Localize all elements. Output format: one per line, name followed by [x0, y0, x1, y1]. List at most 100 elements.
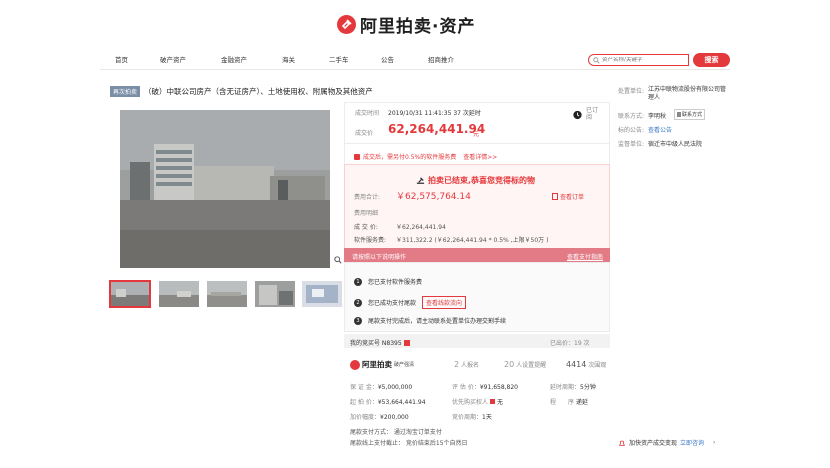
increment-value: ¥200,000: [380, 414, 409, 421]
bidding-cycle-value: 1天: [482, 414, 492, 421]
alarm-clock-icon: [573, 110, 582, 119]
search-button[interactable]: 搜索: [693, 53, 730, 67]
chevron-right-icon: ›: [713, 439, 716, 446]
procedure-label: 程 序: [550, 399, 575, 406]
deal-time-label: 成交时间: [355, 110, 380, 117]
thumbnail[interactable]: [207, 281, 247, 307]
step-text: 您已成功支付尾款: [368, 300, 417, 307]
delay-cycle-value: 5分钟: [580, 384, 596, 391]
contact-info-text: 联系方式: [682, 112, 703, 118]
procedure: 程 序 递延: [550, 397, 588, 406]
platform-subtitle: 破产强清: [394, 362, 415, 368]
auction-hammer-icon: [350, 359, 360, 370]
service-fee-link[interactable]: 查看详情>>: [463, 152, 497, 161]
reminder-number: 20: [504, 360, 515, 369]
wallet-icon: [354, 153, 360, 160]
item-title-row: 再次拍卖 （破）中联公司房产（含无证房产）、土地使用权、附属物及其他资产: [110, 86, 373, 97]
software-fee-value: ￥311,322.2 (￥62,264,441.94 * 0.5% ,上限￥50…: [396, 237, 549, 244]
supervisor-value: 宿迁市中级人民法院: [648, 141, 703, 148]
thumbnail[interactable]: [159, 281, 199, 307]
step-item: 3 尾款支付完成后，请主动联系处置单位办理交割手续: [354, 316, 506, 325]
view-order-text: 查看订单: [560, 194, 585, 201]
thumbnail[interactable]: [302, 281, 342, 307]
bidding-cycle-label: 竞价周期：: [452, 414, 483, 421]
nav-item-used-cars[interactable]: 二手车: [329, 54, 349, 64]
platform-badge: 阿里拍卖 破产强清: [350, 359, 414, 370]
bidder-number: 我的竞买号 N8395: [350, 338, 410, 347]
notice-label: 标的公告:: [618, 127, 645, 134]
bidding-cycle: 竞价周期：1天: [452, 412, 492, 421]
nav-item-finance[interactable]: 金融资产: [221, 54, 247, 64]
search-input[interactable]: [602, 57, 682, 63]
signup-count: 2 人报名: [454, 360, 479, 369]
bid-count: 已出价：19 次: [550, 340, 590, 347]
phone-icon: [677, 112, 681, 117]
bidder-number-text: 我的竞买号 N8395: [350, 340, 402, 347]
auction-hammer-icon: [337, 14, 356, 34]
total-fee-value: ￥62,575,764.14: [396, 192, 471, 202]
document-icon: [552, 193, 558, 200]
priority-buyer-label: 优先购买权人: [452, 399, 489, 406]
brand-name: 阿里拍卖·资产: [360, 16, 476, 37]
deal-price-value: 62,264,441.94: [388, 122, 486, 136]
evaluation-price-label: 评 估 价：: [452, 384, 480, 391]
start-price-label: 起 拍 价：: [350, 399, 378, 406]
payment-guide-link[interactable]: 查看支付指南: [567, 252, 603, 261]
delay-cycle-label: 延时周期：: [550, 384, 581, 391]
contact-info-button[interactable]: 联系方式: [674, 109, 706, 120]
signup-label: 人报名: [461, 362, 480, 369]
deal-price-detail-value: ￥62,264,441.94: [396, 224, 446, 231]
deal-price-detail-label: 成 交 价:: [354, 224, 378, 231]
service-fee-note: 成交后，需另付0.5%的软件服务费 查看详情>>: [354, 152, 497, 161]
payment-method: 尾款支付方式： 通过淘宝订单支付: [350, 429, 442, 436]
view-payment-flow-button[interactable]: 查看线款流向: [422, 296, 467, 309]
step-text: 您已支付软件服务费: [368, 279, 423, 286]
fee-detail-label: 费用明细: [354, 210, 379, 217]
priority-buyer: 优先购买权人 无: [452, 397, 503, 406]
nav-divider: [100, 69, 730, 70]
contact-name: 李明秋: [648, 113, 667, 120]
step-number: 3: [354, 316, 362, 325]
steps-header: 请按照以下说明操作: [352, 254, 407, 261]
consult-cta[interactable]: 加快资产成交变现 立即咨询 ›: [618, 438, 715, 447]
evaluation-price: 评 估 价：¥91,658,820: [452, 382, 518, 391]
signup-number: 2: [454, 360, 460, 369]
thumbnail[interactable]: [255, 281, 295, 307]
search-icon: [593, 56, 600, 64]
step-number: 1: [354, 277, 362, 286]
contact-label: 联系方式:: [618, 113, 645, 120]
priority-buyer-value: 无: [497, 399, 504, 406]
deposit-value: ¥5,000,000: [377, 384, 413, 391]
thumbnail[interactable]: [109, 280, 151, 308]
reminder-label: 人设置提醒: [516, 362, 547, 369]
nav-item-bankruptcy[interactable]: 破产资产: [160, 54, 186, 64]
increment-label: 加价幅度：: [350, 414, 381, 421]
consult-now-link[interactable]: 立即咨询: [680, 438, 704, 447]
auction-result-banner: 拍卖已结束,恭喜您竞得标的物: [416, 175, 535, 186]
nav-item-investment[interactable]: 招商推介: [428, 54, 454, 64]
deal-price-label: 成交价: [355, 130, 374, 137]
increment: 加价幅度：¥200,000: [350, 412, 409, 421]
subscribe-toggle[interactable]: 已订阅: [572, 107, 598, 121]
auction-round-badge: 再次拍卖: [110, 86, 141, 97]
view-notice-link[interactable]: 查看公告: [648, 125, 672, 134]
deal-time-value: 2019/10/31 11:41:35 37 次延时: [388, 110, 481, 117]
delay-cycle: 延时周期：5分钟: [550, 382, 596, 391]
deposit-label: 保 证 金：: [350, 384, 378, 391]
deal-price-unit: 元: [473, 131, 480, 138]
zoom-icon[interactable]: [334, 256, 342, 264]
reminder-count: 20 人设置提醒: [504, 360, 546, 369]
nav-item-home[interactable]: 首页: [115, 54, 128, 64]
main-photo[interactable]: [120, 110, 330, 268]
evaluation-price-value: ¥91,658,820: [479, 384, 518, 391]
unit-label: 处置单位:: [618, 88, 645, 95]
total-fee-label: 费用合计:: [354, 194, 381, 201]
brand-logo[interactable]: 阿里拍卖·资产: [337, 12, 476, 37]
view-count: 4414 次围观: [566, 360, 606, 369]
procedure-value: 递延: [575, 399, 588, 406]
badge-icon: [403, 339, 410, 346]
step-item: 1 您已支付软件服务费: [354, 277, 422, 286]
nav-item-notices[interactable]: 公告: [381, 54, 394, 64]
nav-item-customs[interactable]: 海关: [282, 54, 295, 64]
view-order-link[interactable]: 查看订单: [552, 192, 584, 201]
